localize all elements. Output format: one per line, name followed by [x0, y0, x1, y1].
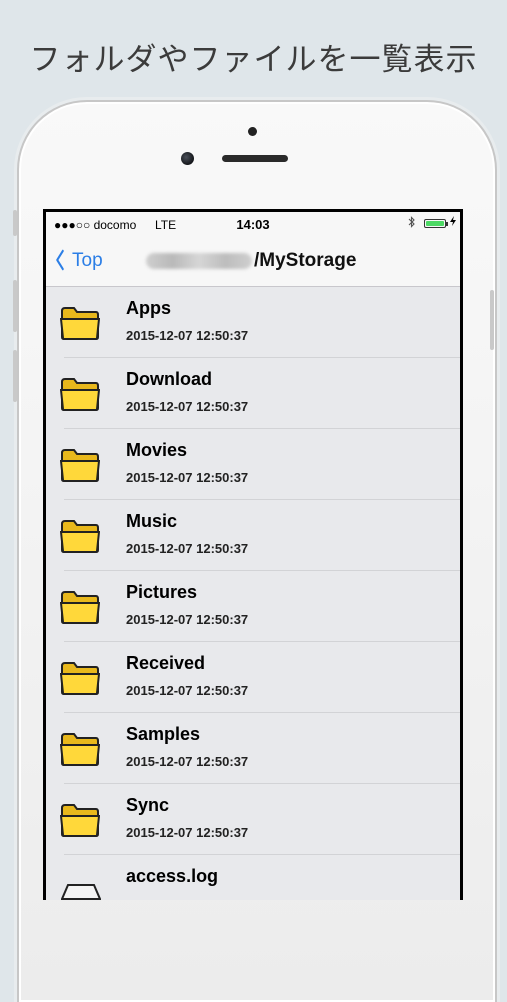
item-date: 2015-12-07 12:50:37 — [126, 328, 249, 343]
list-item[interactable]: Samples 2015-12-07 12:50:37 — [46, 713, 460, 784]
folder-icon — [59, 305, 101, 341]
list-item[interactable]: Download 2015-12-07 12:50:37 — [46, 358, 460, 429]
item-date: 2015-12-07 12:50:37 — [126, 825, 249, 840]
back-button[interactable]: Top — [54, 249, 103, 272]
battery-icon — [424, 219, 448, 228]
phone-power-button — [490, 290, 494, 350]
folder-icon — [59, 589, 101, 625]
item-name: Movies — [126, 440, 188, 460]
list-item[interactable]: Received 2015-12-07 12:50:37 — [46, 642, 460, 713]
earpiece-speaker — [222, 155, 288, 162]
item-name: Pictures — [126, 582, 198, 602]
item-name: Sync — [126, 795, 170, 815]
charging-bolt-icon — [450, 216, 456, 229]
item-date: 2015-12-07 12:50:37 — [126, 754, 249, 769]
phone-screen: ●●●○○ docomo LTE 14:03 Top /MyStorage Ap… — [43, 209, 463, 900]
item-date: 2015-12-07 12:50:37 — [126, 399, 249, 414]
folder-icon — [59, 802, 101, 838]
redacted-account-name — [146, 253, 252, 269]
item-name: Music — [126, 511, 178, 531]
folder-icon — [59, 447, 101, 483]
front-camera — [181, 152, 194, 165]
app-view: ●●●○○ docomo LTE 14:03 Top /MyStorage Ap… — [46, 212, 460, 900]
page-title: /MyStorage — [146, 250, 356, 272]
item-date: 2015-12-07 12:50:37 — [126, 683, 249, 698]
item-name: Received — [126, 653, 206, 673]
list-item[interactable]: Apps 2015-12-07 12:50:37 — [46, 287, 460, 358]
back-label: Top — [72, 249, 103, 271]
folder-icon — [59, 518, 101, 554]
bluetooth-icon — [408, 216, 416, 231]
item-name: Download — [126, 369, 212, 389]
file-list: Apps 2015-12-07 12:50:37 Download 2015-1… — [46, 287, 460, 900]
proximity-sensor — [248, 127, 257, 136]
item-date: 2015-12-07 12:50:37 — [126, 612, 249, 627]
item-date: 2015-12-07 12:50:37 — [126, 541, 249, 556]
folder-icon — [59, 376, 101, 412]
folder-icon — [59, 731, 101, 767]
chevron-left-icon — [56, 249, 64, 272]
file-icon — [60, 873, 101, 900]
navigation-bar: Top /MyStorage — [46, 236, 460, 287]
item-name: access.log — [126, 866, 219, 886]
list-item[interactable]: Music 2015-12-07 12:50:37 — [46, 500, 460, 571]
phone-side-button — [13, 210, 17, 236]
phone-volume-down — [13, 350, 17, 402]
item-name: Samples — [126, 724, 201, 744]
promo-caption: フォルダやファイルを一覧表示 — [29, 42, 478, 78]
folder-icon — [59, 660, 101, 696]
list-item[interactable]: Pictures 2015-12-07 12:50:37 — [46, 571, 460, 642]
clock: 14:03 — [236, 217, 270, 232]
status-bar: ●●●○○ docomo LTE 14:03 — [46, 212, 460, 236]
list-item[interactable]: access.log — [46, 855, 460, 900]
item-date: 2015-12-07 12:50:37 — [126, 470, 249, 485]
list-item[interactable]: Sync 2015-12-07 12:50:37 — [46, 784, 460, 855]
page-title-path: /MyStorage — [254, 250, 357, 271]
list-item[interactable]: Movies 2015-12-07 12:50:37 — [46, 429, 460, 500]
phone-volume-up — [13, 280, 17, 332]
item-name: Apps — [126, 298, 171, 318]
